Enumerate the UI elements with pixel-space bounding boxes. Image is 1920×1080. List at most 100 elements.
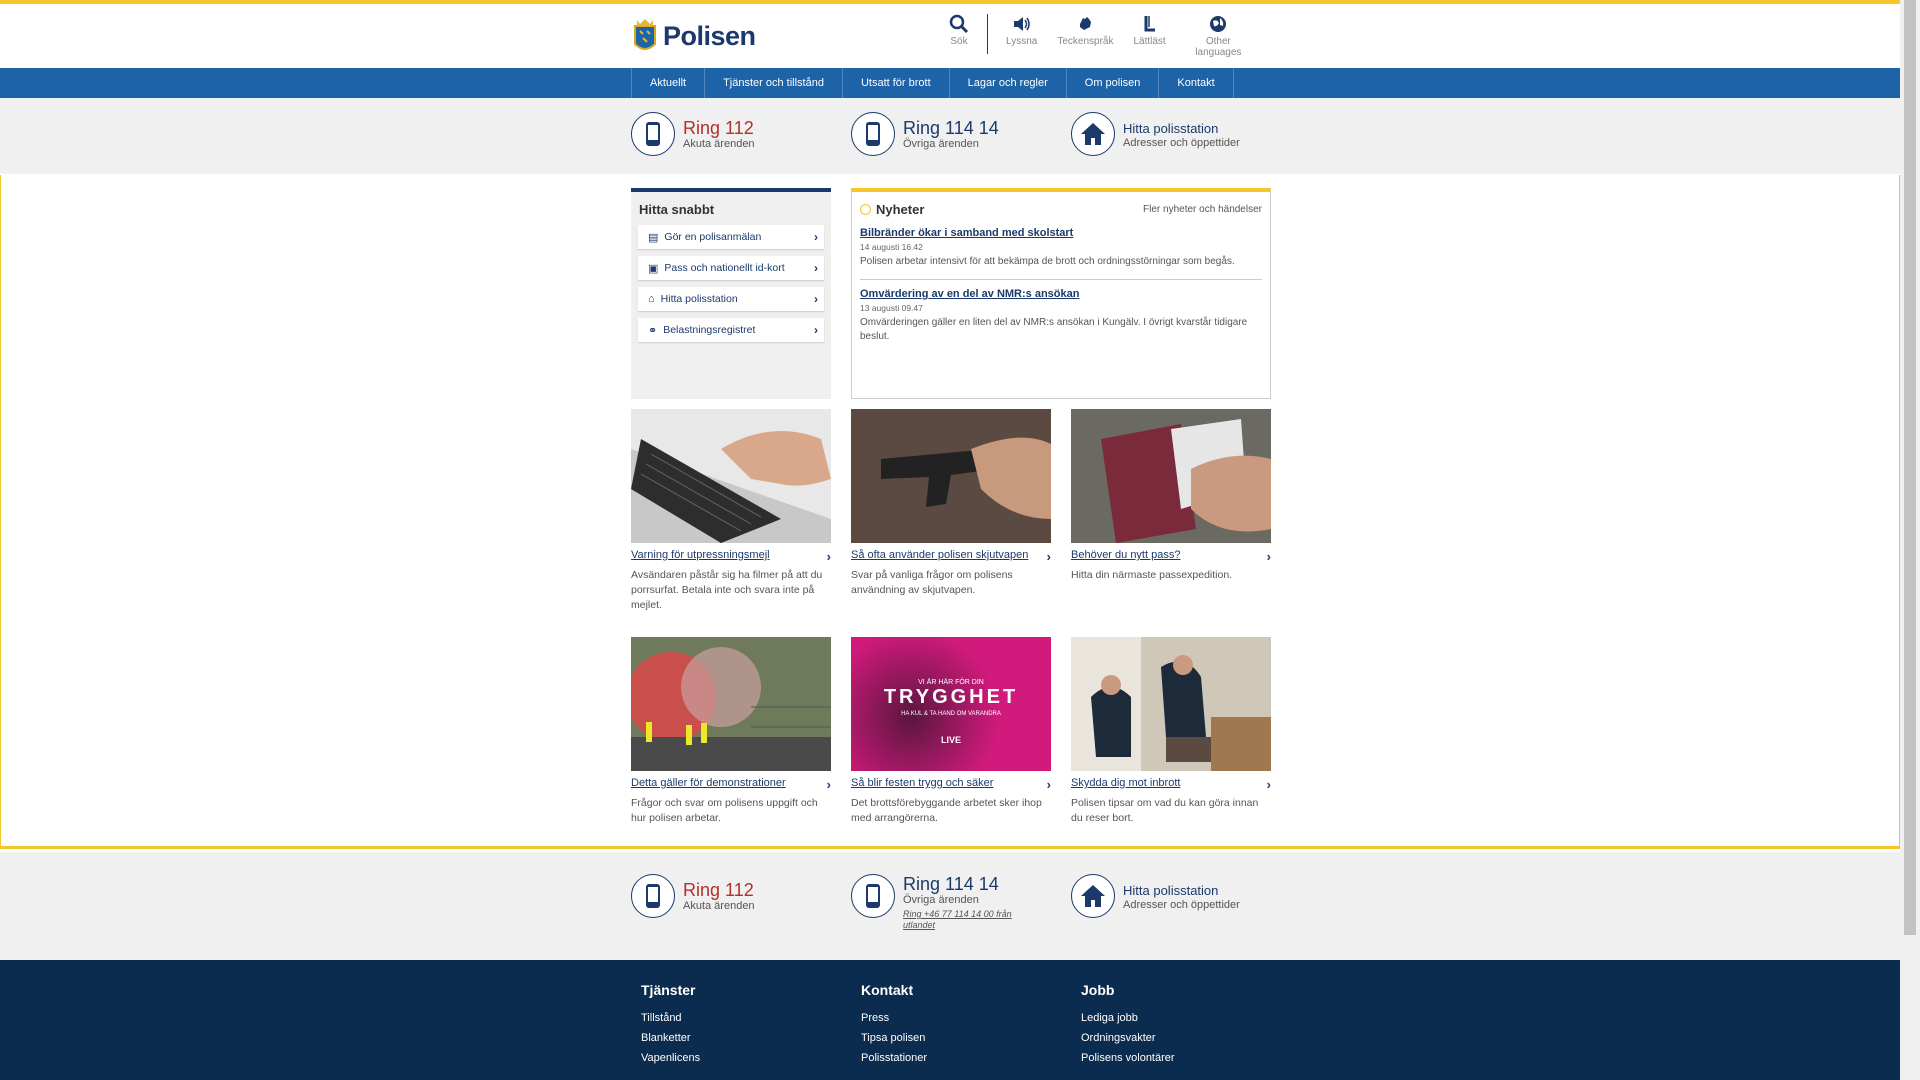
card-desc: Avsändaren påstår sig ha filmer på att d… [631, 569, 823, 611]
house-icon [1071, 112, 1115, 156]
card-nytt-pass[interactable]: Behöver du nytt pass? › Hitta din närmast… [1071, 409, 1271, 583]
tool-label: Sök [950, 36, 968, 47]
chevron-right-icon: › [826, 777, 831, 792]
ring-11414-link[interactable]: Ring 114 14 Övriga ärenden Ring +46 77 1… [851, 874, 1023, 931]
site-footer: Tjänster Tillstånd Blanketter Vapenlicen… [0, 960, 1900, 1080]
ring-112-title: Ring 112 [683, 880, 754, 900]
footer-link[interactable]: Blanketter [641, 1032, 700, 1044]
news-article-text: Omvärderingen gäller en liten del av NMR… [860, 317, 1248, 342]
crest-icon [634, 19, 656, 50]
footer-link[interactable]: Vapenlicens [641, 1052, 700, 1064]
nav-item-aktuellt[interactable]: Aktuellt [632, 68, 706, 98]
news-article-title[interactable]: Omvärdering av en del av NMR:s ansökan [860, 288, 1262, 300]
passport-image [1071, 409, 1271, 543]
ring-112-sub: Akuta ärenden [683, 138, 755, 150]
sign-language-button[interactable]: Teckenspråk [1057, 14, 1113, 47]
nav-item-lagar[interactable]: Lagar och regler [950, 68, 1067, 98]
nav-item-kontakt[interactable]: Kontakt [1159, 68, 1234, 98]
footer-link[interactable]: Ordningsvakter [1081, 1032, 1175, 1044]
card-desc: Svar på vanliga frågor om polisens använ… [851, 569, 1013, 596]
news-panel: Nyheter Fler nyheter och händelser Bilbr… [851, 188, 1271, 399]
ring-11414-sub: Övriga ärenden [903, 138, 979, 150]
link-icon: ⚭ [648, 324, 658, 337]
footer-col-kontakt: Kontakt Press Tipsa polisen Polisstation… [861, 982, 927, 1072]
easy-read-button[interactable]: Lättläst [1133, 14, 1166, 47]
footer-col-title: Tjänster [641, 982, 696, 998]
quick-link-pass[interactable]: ▣ Pass och nationellt id-kort › [638, 256, 824, 280]
ring-11414-link[interactable]: Ring 114 14 Övriga ärenden [851, 112, 999, 156]
listen-button[interactable]: Lyssna [1006, 14, 1037, 47]
header-tools: Sök Lyssna Teckenspråk Lättläst Other la… [949, 14, 1271, 58]
card-demonstrationer[interactable]: Detta gäller för demonstrationer › Frågor… [631, 637, 831, 826]
find-station-title: Hitta polisstation [1123, 882, 1219, 898]
chevron-right-icon: › [1046, 777, 1051, 792]
footer-link[interactable]: Tillstånd [641, 1012, 700, 1024]
card-title[interactable]: Varning för utpressningsmejl [631, 549, 770, 564]
quick-links-title: Hitta snabbt [639, 202, 715, 217]
footer-link[interactable]: Lediga jobb [1081, 1012, 1175, 1024]
quick-link-label: Gör en polisanmälan [664, 231, 762, 243]
speaker-icon [1013, 17, 1030, 31]
card-desc: Hitta din närmaste passexpedition. [1071, 569, 1233, 581]
ring-11414-title: Ring 114 14 [903, 118, 999, 138]
card-festen[interactable]: VI ÄR HÄR FÖR DIN TRYGGHET HA KUL & TA H… [851, 637, 1051, 826]
nav-item-utsatt[interactable]: Utsatt för brott [843, 68, 950, 98]
ring-112-link[interactable]: Ring 112 Akuta ärenden [631, 112, 755, 156]
card-desc: Polisen tipsar om vad du kan göra innan … [1071, 797, 1259, 824]
phone-icon [631, 874, 675, 918]
ring-11414-title: Ring 114 14 [903, 874, 999, 894]
search-button[interactable]: Sök [949, 14, 988, 54]
poster-line: VI ÄR HÄR FÖR DIN [918, 679, 984, 686]
polisen-logo[interactable]: Polisen [631, 16, 756, 56]
ring-112-sub: Akuta ärenden [683, 900, 755, 912]
card-utpressningsmejl[interactable]: Varning för utpressningsmejl › Avsändaren… [631, 409, 831, 613]
card-title[interactable]: Detta gäller för demonstrationer [631, 777, 786, 792]
card-title[interactable]: Så ofta använder polisen skjutvapen [851, 549, 1028, 564]
footer-link[interactable]: Polisens volontärer [1081, 1052, 1175, 1064]
other-languages-button[interactable]: Other languages [1186, 14, 1251, 58]
vertical-scrollbar[interactable] [1900, 0, 1920, 1080]
card-title[interactable]: Så blir festen trygg och säker [851, 777, 993, 792]
find-station-link[interactable]: Hitta polisstation Adresser och öppettid… [1071, 112, 1240, 156]
chevron-right-icon: › [1046, 549, 1051, 564]
burglary-image [1071, 637, 1271, 771]
card-skjutvapen[interactable]: Så ofta använder polisen skjutvapen › Sva… [851, 409, 1051, 598]
tool-label: Other languages [1195, 36, 1242, 58]
card-inbrott[interactable]: Skydda dig mot inbrott › Polisen tipsar o… [1071, 637, 1271, 826]
quick-link-belastningsregistret[interactable]: ⚭ Belastningsregistret › [638, 318, 824, 342]
laptop-typing-image [631, 409, 831, 543]
news-article: Omvärdering av en del av NMR:s ansökan 1… [860, 279, 1262, 344]
footer-link[interactable]: Polisstationer [861, 1052, 927, 1064]
card-title[interactable]: Behöver du nytt pass? [1071, 549, 1180, 564]
nav-item-tjanster[interactable]: Tjänster och tillstånd [705, 68, 843, 98]
footer-link[interactable]: Press [861, 1012, 927, 1024]
clock-icon [860, 204, 871, 215]
phone-icon [851, 112, 895, 156]
footer-col-title: Kontakt [861, 982, 914, 998]
call-band-top: Ring 112 Akuta ärenden Ring 114 14 Övrig… [0, 98, 1920, 174]
footer-col-jobb: Jobb Lediga jobb Ordningsvakter Polisens… [1081, 982, 1175, 1072]
poster-line: LIVE [940, 735, 961, 745]
footer-link[interactable]: Tipsa polisen [861, 1032, 927, 1044]
quick-link-label: Hitta polisstation [660, 293, 738, 305]
quick-link-polisstation[interactable]: ⌂ Hitta polisstation › [638, 287, 824, 311]
find-station-link[interactable]: Hitta polisstation Adresser och öppettid… [1071, 874, 1240, 918]
chevron-right-icon: › [814, 261, 818, 275]
news-article-title[interactable]: Bilbränder ökar i samband med skolstart [860, 227, 1262, 239]
nav-item-om-polisen[interactable]: Om polisen [1067, 68, 1160, 98]
chevron-right-icon: › [814, 323, 818, 337]
lattlast-icon [1144, 16, 1155, 32]
card-title[interactable]: Skydda dig mot inbrott [1071, 777, 1180, 792]
footer-col-title: Jobb [1081, 982, 1115, 998]
tool-label: Lättläst [1133, 36, 1166, 47]
ring-112-link[interactable]: Ring 112 Akuta ärenden [631, 874, 755, 918]
more-news-link[interactable]: Fler nyheter och händelser [1143, 204, 1262, 215]
find-station-title: Hitta polisstation [1123, 120, 1219, 136]
tool-label: Teckenspråk [1057, 36, 1114, 47]
ring-112-title: Ring 112 [683, 118, 754, 138]
house-icon: ⌂ [648, 293, 655, 305]
chevron-right-icon: › [814, 292, 818, 306]
scrollbar-thumb[interactable] [1904, 0, 1916, 935]
quick-link-polisanmalan[interactable]: ▤ Gör en polisanmälan › [638, 225, 824, 249]
abroad-call-link[interactable]: Ring +46 77 114 14 00 från utlandet [903, 909, 1023, 931]
